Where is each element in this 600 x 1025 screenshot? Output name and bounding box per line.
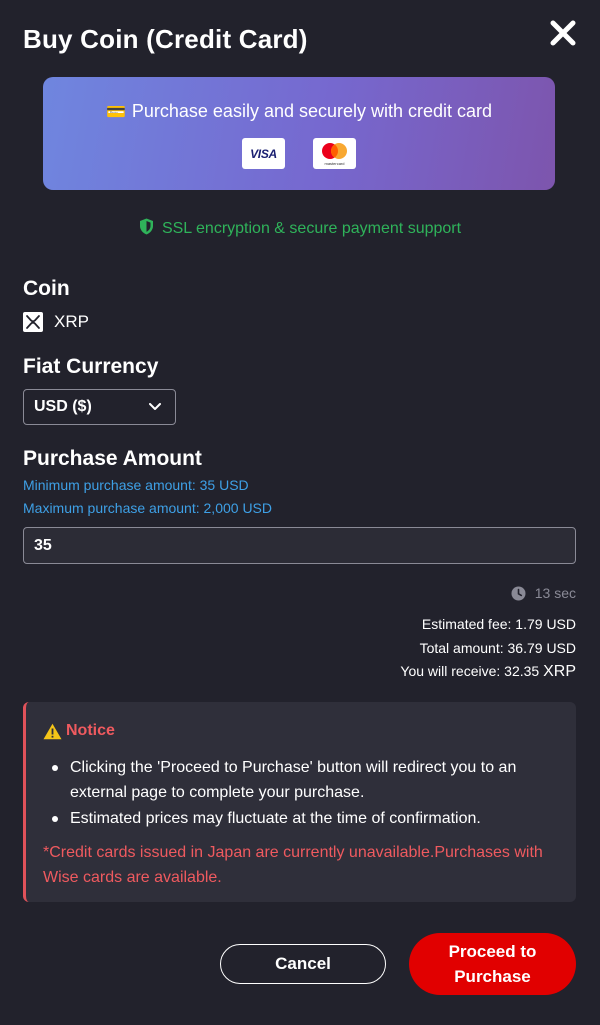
close-icon xyxy=(550,20,576,46)
notice-warning: *Credit cards issued in Japan are curren… xyxy=(43,844,543,886)
svg-text:mastercard: mastercard xyxy=(324,161,344,166)
page-title: Buy Coin (Credit Card) xyxy=(23,24,308,54)
visa-logo: VISA xyxy=(242,138,285,169)
warning-icon xyxy=(43,723,62,739)
chevron-down-icon xyxy=(149,403,161,410)
notice-title: Notice xyxy=(66,722,115,739)
clock-icon xyxy=(511,586,526,600)
ssl-text: SSL encryption & secure payment support xyxy=(161,220,462,237)
notice-list: Clicking the 'Proceed to Purchase' butto… xyxy=(50,755,555,831)
coin-name: XRP xyxy=(54,312,89,331)
maximum-amount-text: Maximum purchase amount: 2,000 USD xyxy=(23,500,272,516)
estimated-fee: Estimated fee: 1.79 USD xyxy=(421,616,576,632)
shield-icon xyxy=(139,218,153,235)
timer-text: 13 sec xyxy=(534,585,576,601)
proceed-to-purchase-button[interactable]: Proceed to Purchase xyxy=(409,933,576,995)
minimum-amount-text: Minimum purchase amount: 35 USD xyxy=(23,477,249,493)
notice-box: Notice Clicking the 'Proceed to Purchase… xyxy=(23,702,576,902)
purchase-amount-label: Purchase Amount xyxy=(23,447,202,470)
cancel-button[interactable]: Cancel xyxy=(220,944,386,984)
mastercard-logo: mastercard xyxy=(313,138,356,169)
ssl-notice: SSL encryption & secure payment support xyxy=(0,218,600,238)
credit-card-icon: 💳 xyxy=(105,104,126,121)
purchase-amount-input[interactable] xyxy=(23,527,576,564)
fiat-currency-value: USD ($) xyxy=(34,398,92,415)
credit-card-banner: 💳 Purchase easily and securely with credi… xyxy=(43,77,555,190)
buy-coin-modal: Buy Coin (Credit Card) 💳 Purchase easily … xyxy=(0,0,600,1025)
fiat-currency-select[interactable]: USD ($) xyxy=(23,389,176,425)
coin-display: XRP xyxy=(23,312,89,332)
receive-amount: You will receive: 32.35 XRP xyxy=(400,663,576,680)
xrp-icon xyxy=(23,312,43,332)
close-button[interactable] xyxy=(548,18,578,48)
fiat-currency-label: Fiat Currency xyxy=(23,355,159,378)
coin-label: Coin xyxy=(23,277,70,300)
notice-item: Estimated prices may fluctuate at the ti… xyxy=(50,806,555,831)
banner-text: Purchase easily and securely with credit… xyxy=(131,101,493,121)
total-amount: Total amount: 36.79 USD xyxy=(419,640,576,656)
quote-timer: 13 sec xyxy=(511,585,576,601)
notice-item: Clicking the 'Proceed to Purchase' butto… xyxy=(50,755,555,805)
